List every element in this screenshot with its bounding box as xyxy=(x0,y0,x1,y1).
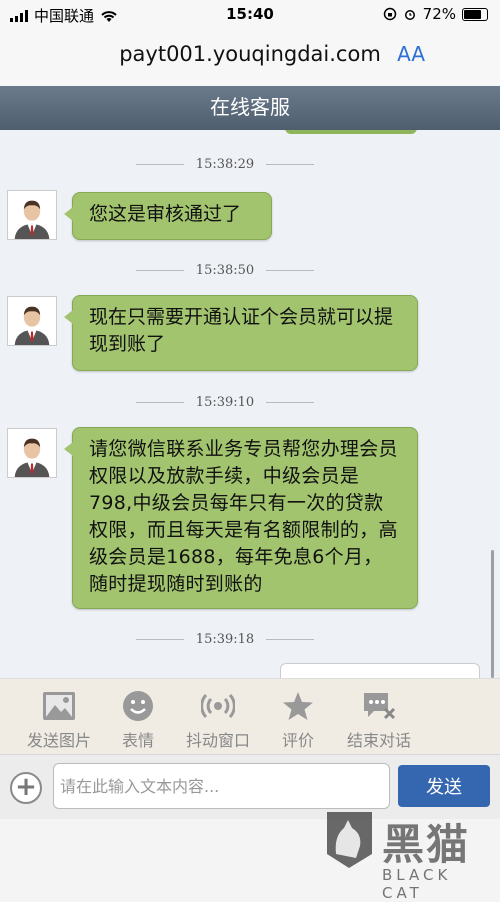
smiley-icon xyxy=(123,691,153,721)
battery-percent: 72% xyxy=(422,5,456,23)
user-message-bubble xyxy=(280,663,480,678)
page-title: 在线客服 xyxy=(0,86,500,130)
send-button[interactable]: 发送 xyxy=(398,765,490,807)
black-cat-watermark: 黑猫 BLACK CAT xyxy=(322,806,500,902)
end-chat-icon xyxy=(364,693,396,720)
shake-window-button[interactable]: 抖动窗口 xyxy=(178,689,258,751)
browser-url-bar: payt001.youqingdai.com AA xyxy=(0,30,500,86)
plus-icon: + xyxy=(15,772,37,802)
watermark-text-en: BLACK CAT xyxy=(382,866,452,902)
chat-message-list[interactable]: 15:38:29 您这是审核通过了 15:38:50 现在只需要开通认证个会员就… xyxy=(0,130,500,678)
rate-button[interactable]: 评价 xyxy=(270,689,326,751)
image-icon xyxy=(43,692,75,720)
agent-avatar xyxy=(7,428,57,478)
message-timestamp: 15:39:18 xyxy=(0,632,450,647)
chat-toolbar: 发送图片 表情 抖动窗口 评价 结束对话 xyxy=(0,678,500,755)
watermark-text-cn: 黑猫 xyxy=(382,820,471,869)
agent-avatar xyxy=(7,190,57,240)
person-icon xyxy=(14,306,50,345)
send-image-button[interactable]: 发送图片 xyxy=(20,689,98,751)
person-icon xyxy=(14,438,50,477)
scrollbar[interactable] xyxy=(491,550,494,678)
message-timestamp: 15:38:50 xyxy=(0,263,450,278)
message-input[interactable] xyxy=(53,763,390,809)
battery-icon xyxy=(462,7,488,21)
emoji-button[interactable]: 表情 xyxy=(108,689,168,751)
rotation-lock-icon xyxy=(383,7,396,21)
star-icon xyxy=(283,692,313,720)
agent-message-bubble: 现在只需要开通认证个会员就可以提现到账了 xyxy=(64,295,418,371)
person-icon xyxy=(14,200,50,239)
end-chat-button[interactable]: 结束对话 xyxy=(338,689,420,751)
text-size-button[interactable]: AA xyxy=(397,42,425,66)
vibrate-icon xyxy=(201,693,235,719)
previous-message-bubble xyxy=(285,130,417,134)
agent-message-bubble: 请您微信联系业务专员帮您办理会员权限以及放款手续，中级会员是798,中级会员每年… xyxy=(64,427,418,609)
status-bar: 中国联通 15:40 72% xyxy=(0,0,500,30)
agent-message-bubble: 您这是审核通过了 xyxy=(64,192,272,240)
agent-avatar xyxy=(7,296,57,346)
url-text[interactable]: payt001.youqingdai.com xyxy=(0,42,500,66)
black-cat-logo-icon xyxy=(327,812,372,868)
message-timestamp: 15:38:29 xyxy=(0,157,450,172)
message-timestamp: 15:39:10 xyxy=(0,395,450,410)
alarm-icon xyxy=(404,10,415,20)
add-attachment-button[interactable]: + xyxy=(10,772,42,804)
